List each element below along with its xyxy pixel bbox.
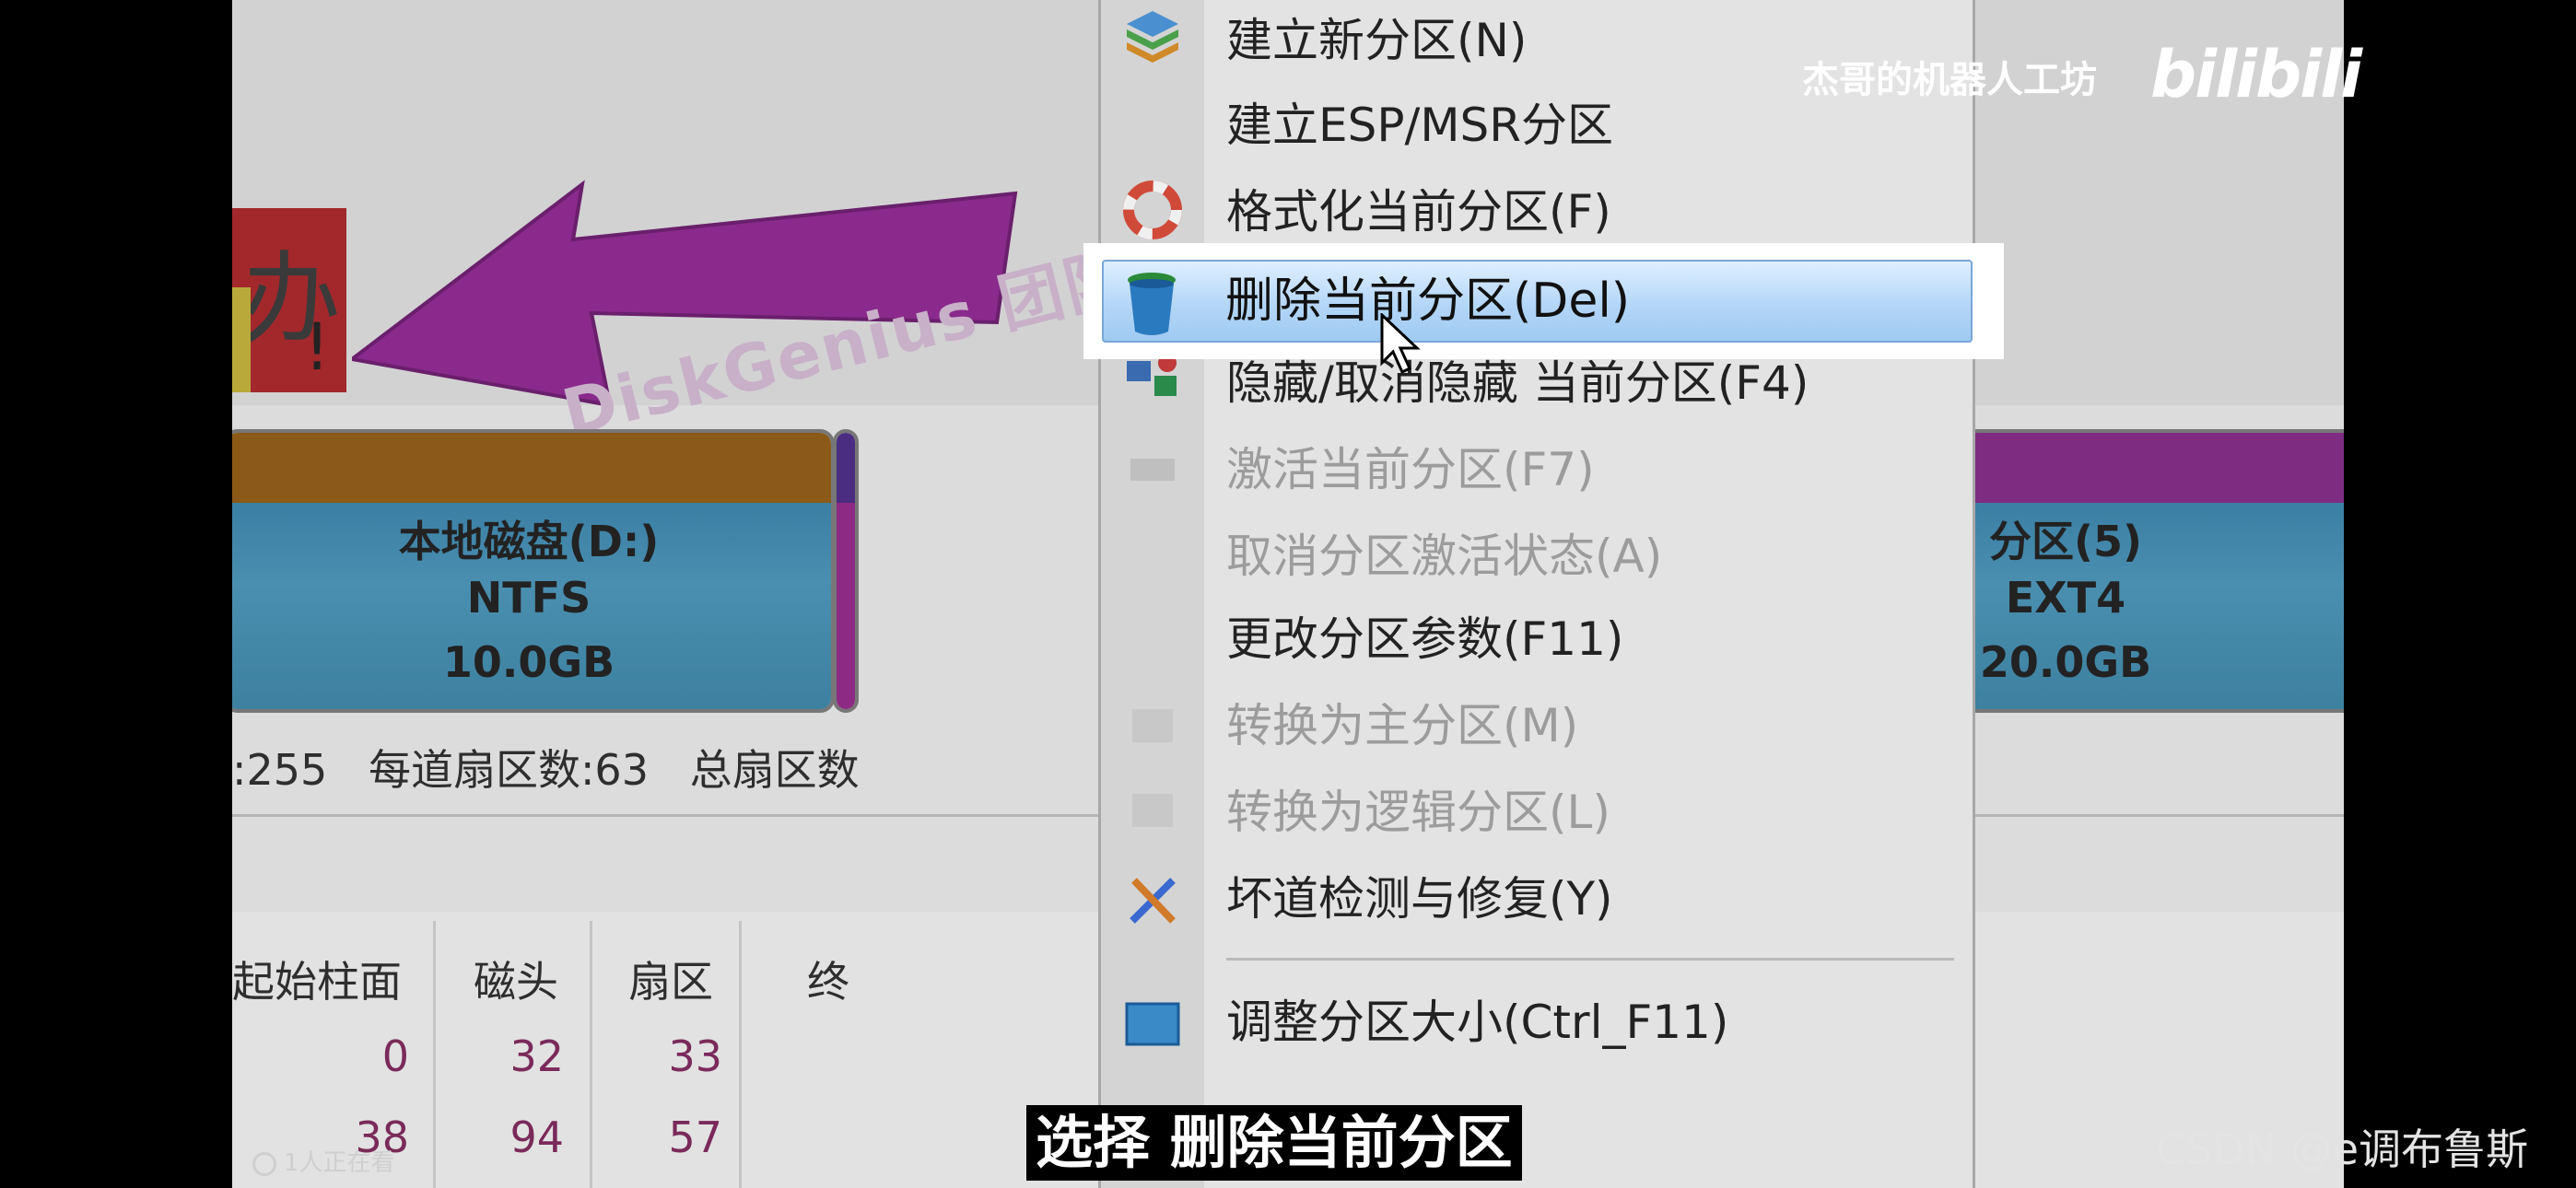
csdn-watermark: CSDN @e调布鲁斯 bbox=[2156, 1124, 2529, 1174]
partition-block-d[interactable]: 本地磁盘(D:) NTFS 10.0GB bbox=[232, 429, 835, 713]
banner-excl: ! bbox=[304, 309, 331, 385]
col-header-sector[interactable]: 扇区 bbox=[628, 949, 713, 1009]
partition-block-middle[interactable] bbox=[833, 429, 859, 713]
disk-geometry-info: :255 每道扇区数:63 总扇区数 bbox=[232, 737, 887, 798]
mouse-cursor-icon bbox=[1380, 313, 1421, 375]
partition-stripe bbox=[232, 433, 831, 503]
activate-icon bbox=[1130, 459, 1175, 481]
context-menu: 建立新分区(N) 建立ESP/MSR分区 格式化当前分区(F) 隐藏/取消隐藏 … bbox=[1098, 0, 1975, 1188]
menu-item-delete-partition[interactable]: 删除当前分区(Del) bbox=[1083, 243, 2004, 359]
channel-name: 杰哥的机器人工坊 bbox=[1802, 59, 2097, 101]
menu-item-new-partition[interactable]: 建立新分区(N) bbox=[1226, 4, 1527, 77]
bad-sector-tools-icon bbox=[1130, 878, 1176, 924]
video-subtitle: 选择 删除当前分区 bbox=[1026, 1105, 1522, 1181]
format-lifebuoy-icon bbox=[1123, 181, 1182, 239]
menu-item-esp-msr[interactable]: 建立ESP/MSR分区 bbox=[1226, 88, 1613, 162]
column-divider bbox=[739, 921, 742, 1188]
resize-icon bbox=[1125, 1002, 1180, 1046]
menu-item-to-logical[interactable]: 转换为逻辑分区(L) bbox=[1226, 775, 1610, 849]
total-sectors: 总扇区数 bbox=[689, 745, 860, 795]
table-cell: 57 bbox=[668, 1112, 722, 1162]
column-divider bbox=[590, 921, 592, 1188]
viewer-text: 1人正在看 bbox=[284, 1149, 395, 1177]
menu-item-bad-sector[interactable]: 坏道检测与修复(Y) bbox=[1226, 862, 1613, 936]
menu-item-change-params[interactable]: 更改分区参数(F11) bbox=[1226, 602, 1623, 676]
table-cell: 33 bbox=[668, 1031, 722, 1081]
menu-item-activate[interactable]: 激活当前分区(F7) bbox=[1226, 433, 1595, 507]
col-header-end[interactable]: 终 bbox=[807, 949, 849, 1009]
new-partition-icon bbox=[1127, 11, 1178, 63]
column-divider bbox=[433, 921, 436, 1188]
partition-body bbox=[837, 503, 855, 709]
banner-yellow-block bbox=[232, 287, 251, 392]
partition-fs: NTFS bbox=[466, 573, 591, 623]
viewer-count: 1人正在看 bbox=[252, 1144, 395, 1178]
viewer-icon bbox=[252, 1151, 276, 1176]
menu-item-to-primary[interactable]: 转换为主分区(M) bbox=[1226, 689, 1578, 763]
sectors-per-track: 每道扇区数:63 bbox=[368, 745, 649, 795]
trash-can-icon bbox=[1128, 273, 1176, 335]
menu-separator bbox=[1226, 958, 1954, 961]
table-cell: 32 bbox=[509, 1031, 564, 1081]
menu-item-delete-label: 删除当前分区(Del) bbox=[1225, 274, 1631, 329]
heads-count: :255 bbox=[232, 745, 328, 795]
menu-item-format[interactable]: 格式化当前分区(F) bbox=[1226, 175, 1611, 249]
convert-primary-icon bbox=[1132, 709, 1173, 742]
menu-item-resize[interactable]: 调整分区大小(Ctrl_F11) bbox=[1226, 985, 1728, 1059]
convert-logical-icon bbox=[1132, 794, 1173, 827]
table-cell: 0 bbox=[381, 1031, 409, 1081]
bilibili-logo: bilibili bbox=[2150, 37, 2362, 112]
partition-name: 本地磁盘(D:) bbox=[398, 517, 660, 566]
col-header-start-cylinder[interactable]: 起始柱面 bbox=[232, 949, 402, 1009]
menu-item-deactivate[interactable]: 取消分区激活状态(A) bbox=[1226, 519, 1662, 593]
partition-stripe bbox=[837, 433, 855, 503]
video-frame: 办 ! DiskGenius 团队 本地磁盘(D:) NTFS 10.0GB 分… bbox=[232, 0, 2344, 1188]
col-header-head[interactable]: 磁头 bbox=[474, 949, 558, 1009]
partition-size: 10.0GB bbox=[442, 637, 615, 687]
table-cell: 94 bbox=[509, 1112, 564, 1162]
partition-body: 本地磁盘(D:) NTFS 10.0GB bbox=[232, 503, 831, 709]
